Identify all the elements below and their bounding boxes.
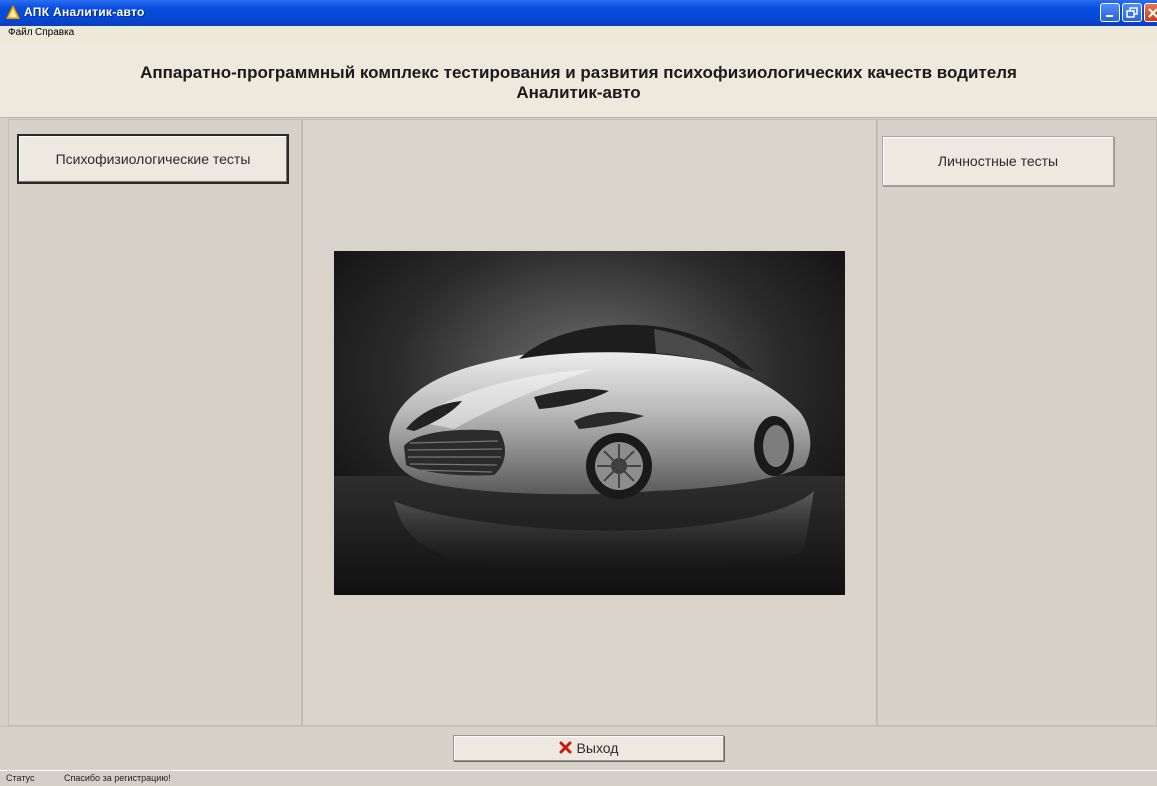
exit-button[interactable]: Выход bbox=[453, 735, 724, 761]
minimize-icon bbox=[1106, 15, 1113, 17]
psychophysiological-tests-button[interactable]: Психофизиологические тесты bbox=[17, 134, 289, 184]
exit-button-label: Выход bbox=[576, 740, 619, 756]
right-panel: Личностные тесты bbox=[877, 119, 1157, 726]
red-x-icon bbox=[559, 741, 572, 754]
status-bar: Статус Спасибо за регистрацию! bbox=[0, 770, 1157, 786]
left-panel: Психофизиологические тесты bbox=[8, 119, 302, 726]
bottom-bar: Выход bbox=[0, 726, 1157, 771]
page-title-line1: Аппаратно-программный комплекс тестирова… bbox=[140, 63, 1017, 82]
menu-bar: Файл Справка bbox=[0, 26, 1157, 42]
sports-car-photo bbox=[334, 251, 845, 595]
car-illustration bbox=[334, 251, 845, 595]
restore-icon bbox=[1126, 7, 1138, 18]
page-title: Аппаратно-программный комплекс тестирова… bbox=[0, 63, 1157, 103]
close-button[interactable] bbox=[1144, 3, 1157, 22]
close-icon bbox=[1148, 8, 1157, 18]
window-titlebar[interactable]: АПК Аналитик-авто bbox=[0, 0, 1157, 27]
personality-tests-button[interactable]: Личностные тесты bbox=[882, 136, 1114, 186]
minimize-button[interactable] bbox=[1100, 3, 1120, 22]
center-panel bbox=[302, 119, 877, 726]
maximize-button[interactable] bbox=[1122, 3, 1142, 22]
menu-file[interactable]: Файл bbox=[8, 27, 33, 38]
header-banner: Аппаратно-программный комплекс тестирова… bbox=[0, 42, 1157, 118]
app-logo-icon bbox=[6, 5, 20, 19]
status-text: Спасибо за регистрацию! bbox=[64, 773, 171, 783]
page-title-line2: Аналитик-авто bbox=[516, 83, 641, 102]
window-title: АПК Аналитик-авто bbox=[24, 5, 145, 19]
menu-help[interactable]: Справка bbox=[35, 27, 74, 38]
status-label: Статус bbox=[6, 773, 35, 783]
